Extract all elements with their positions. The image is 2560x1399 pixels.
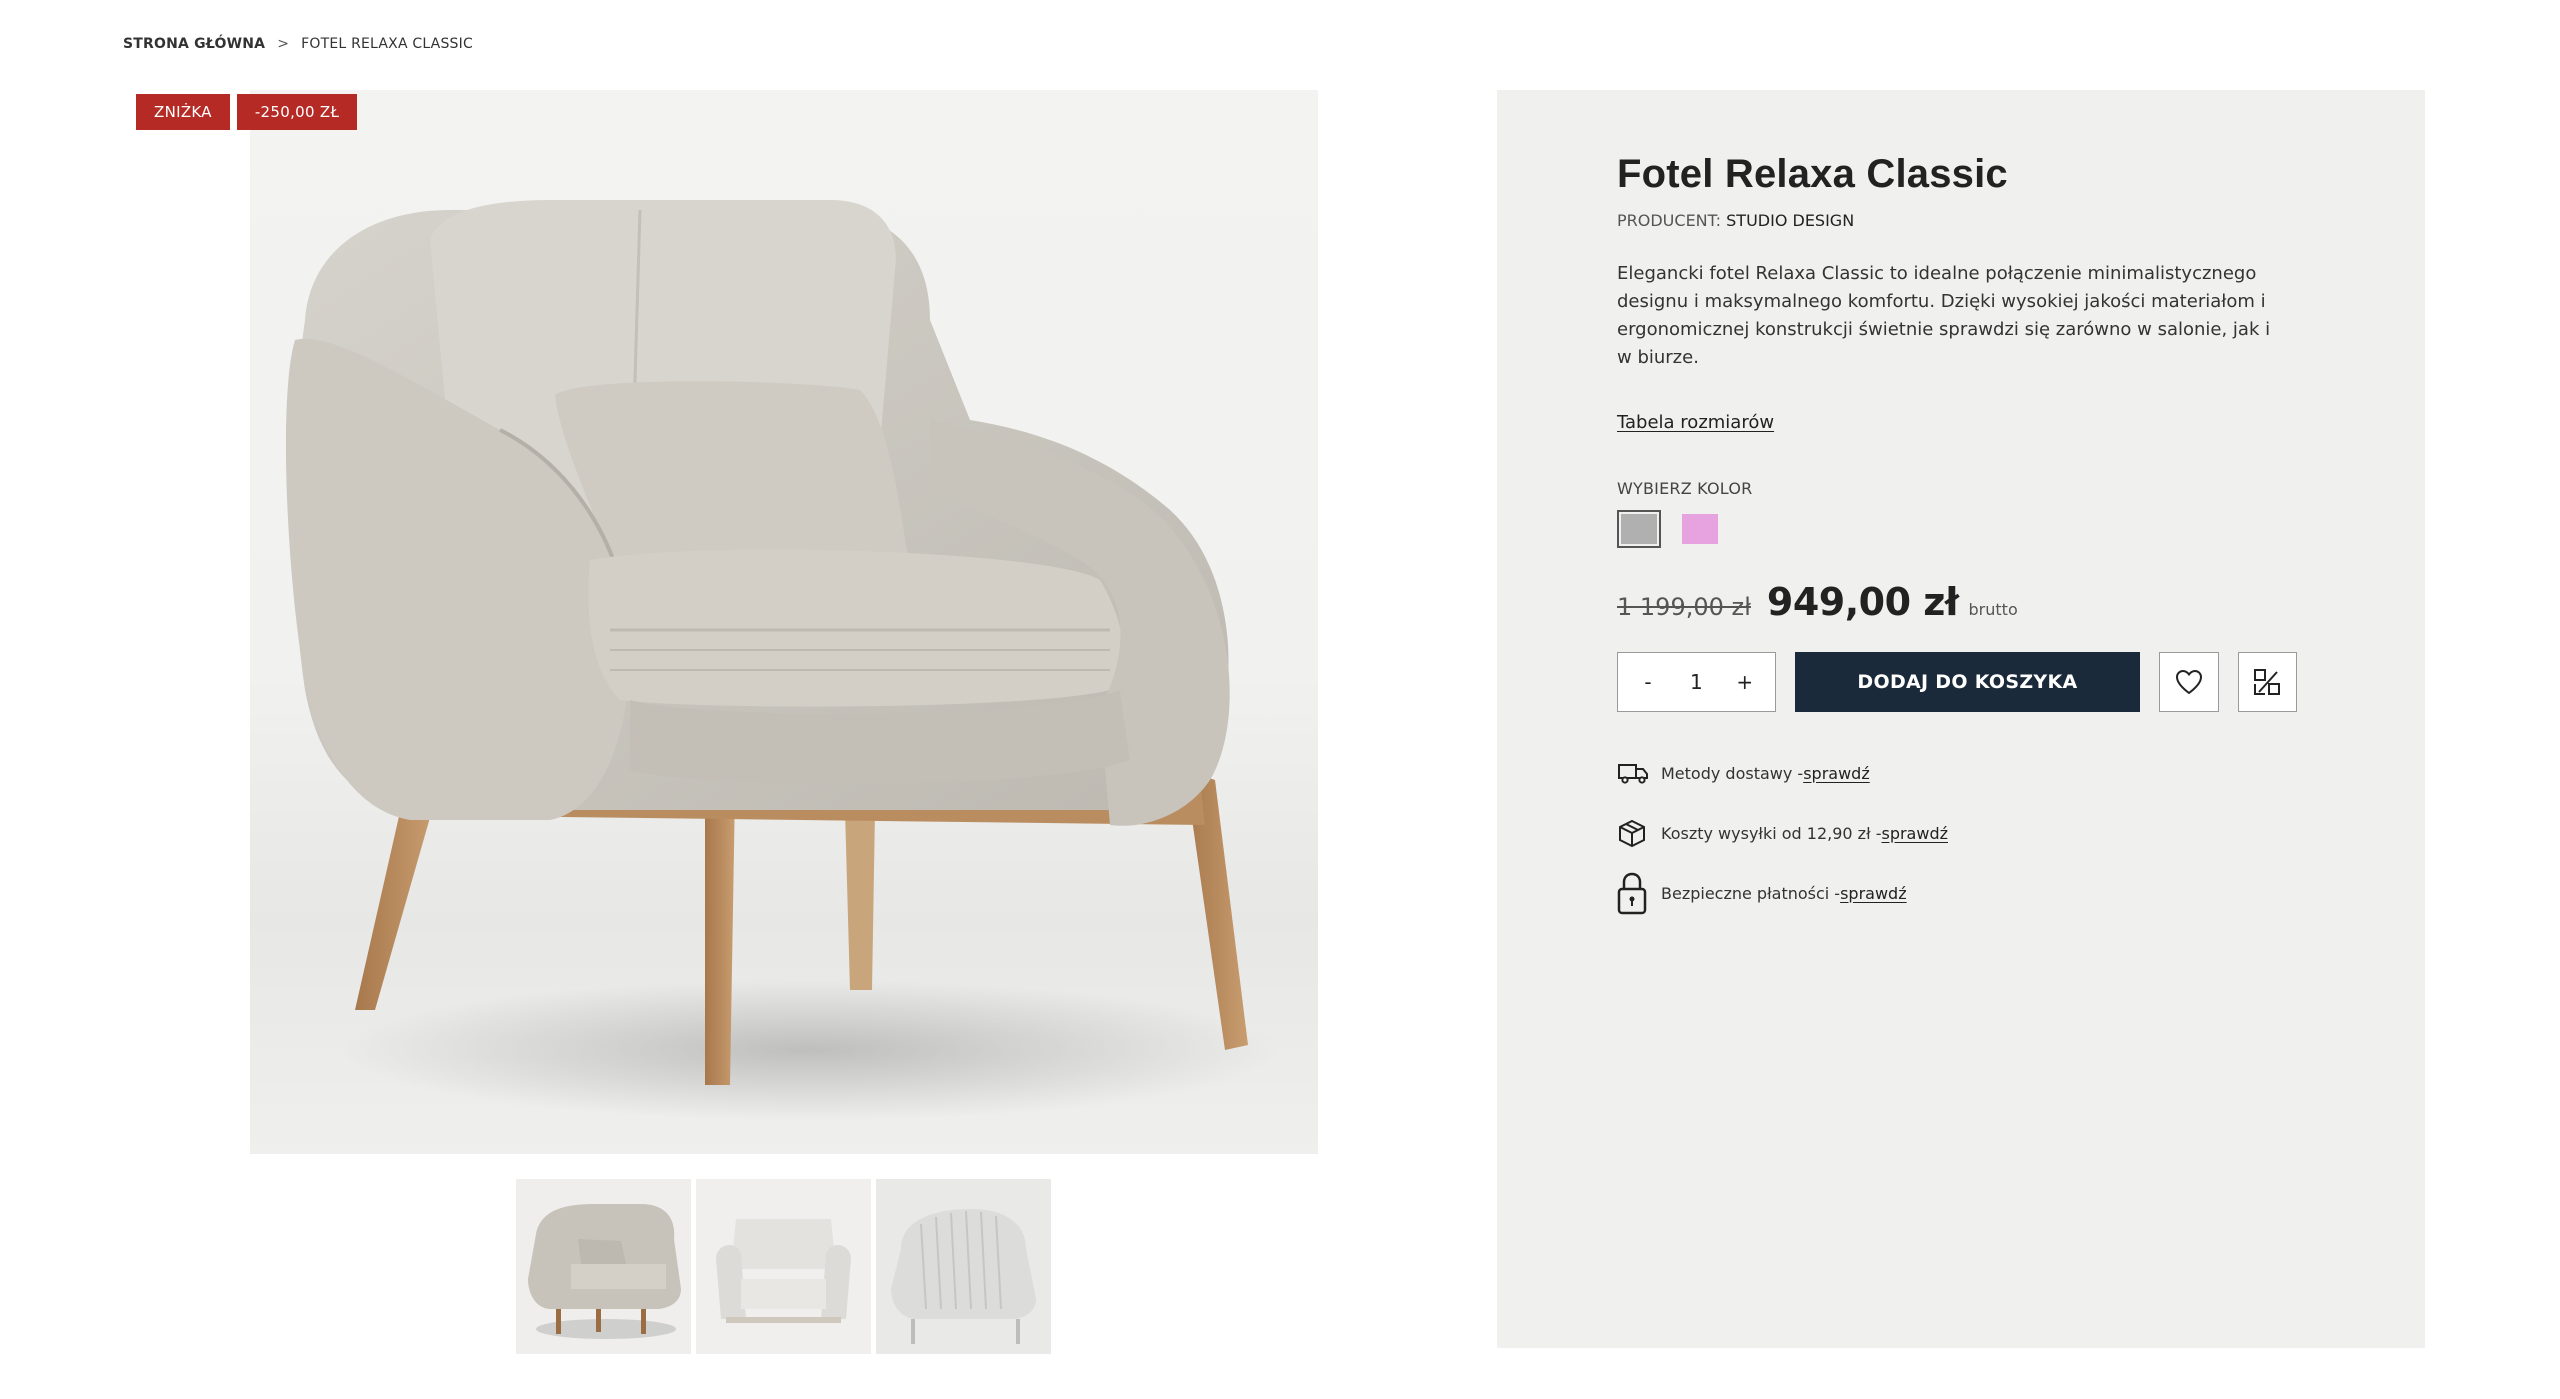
- producer-label: PRODUCENT:: [1617, 211, 1722, 230]
- breadcrumb-current: FOTEL RELAXA CLASSIC: [301, 36, 473, 52]
- payment-check-link[interactable]: sprawdź: [1840, 884, 1907, 903]
- quantity-increase-button[interactable]: +: [1733, 670, 1757, 694]
- product-badges: ZNIŻKA -250,00 ZŁ: [136, 94, 358, 130]
- shipping-check-link[interactable]: sprawdź: [1881, 824, 1948, 843]
- wishlist-button[interactable]: [2159, 652, 2219, 712]
- payment-text: Bezpieczne płatności -: [1661, 883, 1841, 903]
- color-label: WYBIERZ KOLOR: [1617, 479, 1753, 498]
- producer-name: STUDIO DESIGN: [1726, 211, 1855, 230]
- payment-info: Bezpieczne płatności - sprawdź: [1617, 872, 2297, 915]
- color-swatch-pink-fill: [1682, 514, 1718, 544]
- thumbnail-2[interactable]: [696, 1179, 871, 1354]
- shipping-text: Koszty wysyłki od 12,90 zł -: [1661, 823, 1882, 843]
- old-price: 1 199,00 zł: [1617, 593, 1751, 621]
- price-row: 1 199,00 zł 949,00 zł brutto: [1617, 580, 2297, 624]
- breadcrumb-home-link[interactable]: STRONA GŁÓWNA: [123, 36, 265, 52]
- info-list: Metody dostawy - sprawdź Koszty wysyłki …: [1617, 756, 2297, 915]
- product-title: Fotel Relaxa Classic: [1617, 152, 2008, 196]
- quantity-stepper: - 1 +: [1617, 652, 1776, 712]
- thumbnail-3[interactable]: [876, 1179, 1051, 1354]
- color-swatch-pink[interactable]: [1678, 510, 1722, 548]
- armchair-illustration: [285, 200, 1280, 1120]
- delivery-check-link[interactable]: sprawdź: [1803, 764, 1870, 783]
- package-icon: [1617, 816, 1653, 850]
- thumbnail-1[interactable]: [516, 1179, 691, 1354]
- delivery-text: Metody dostawy -: [1661, 763, 1804, 783]
- shipping-info: Koszty wysyłki od 12,90 zł - sprawdź: [1617, 816, 2297, 850]
- quantity-decrease-button[interactable]: -: [1636, 670, 1660, 694]
- price-note: brutto: [1968, 600, 2018, 619]
- buy-row: - 1 + DODAJ DO KOSZYKA: [1617, 652, 2297, 712]
- product-info-panel: Fotel Relaxa Classic PRODUCENT: STUDIO D…: [1497, 90, 2425, 1348]
- color-swatch-grey[interactable]: [1617, 510, 1661, 548]
- quantity-value[interactable]: 1: [1690, 670, 1703, 694]
- lock-icon: [1617, 872, 1653, 915]
- discount-badge: -250,00 ZŁ: [236, 94, 358, 130]
- thumbnail-gallery: [516, 1179, 1051, 1354]
- size-table-link[interactable]: Tabela rozmiarów: [1617, 412, 1774, 433]
- breadcrumb: STRONA GŁÓWNA > FOTEL RELAXA CLASSIC: [123, 33, 473, 55]
- breadcrumb-separator: >: [277, 36, 290, 52]
- sale-badge: ZNIŻKA: [136, 94, 230, 130]
- producer-line: PRODUCENT: STUDIO DESIGN: [1617, 211, 2297, 230]
- main-product-image[interactable]: [250, 90, 1318, 1154]
- delivery-info: Metody dostawy - sprawdź: [1617, 756, 2297, 790]
- armchair-thumbnail-image: [876, 1179, 1051, 1354]
- armchair-thumbnail-image: [516, 1179, 691, 1354]
- color-swatches: [1617, 510, 2297, 548]
- add-to-cart-button[interactable]: DODAJ DO KOSZYKA: [1794, 652, 2141, 712]
- color-swatch-grey-fill: [1621, 514, 1657, 544]
- product-info-content: Fotel Relaxa Classic PRODUCENT: STUDIO D…: [1617, 152, 2297, 915]
- truck-icon: [1617, 756, 1653, 790]
- armchair-thumbnail-image: [696, 1179, 871, 1354]
- product-description: Elegancki fotel Relaxa Classic to idealn…: [1617, 263, 2271, 368]
- compare-button[interactable]: [2237, 652, 2297, 712]
- current-price: 949,00 zł: [1766, 580, 1959, 624]
- heart-icon: [2175, 669, 2202, 695]
- compare-icon: [2254, 669, 2281, 695]
